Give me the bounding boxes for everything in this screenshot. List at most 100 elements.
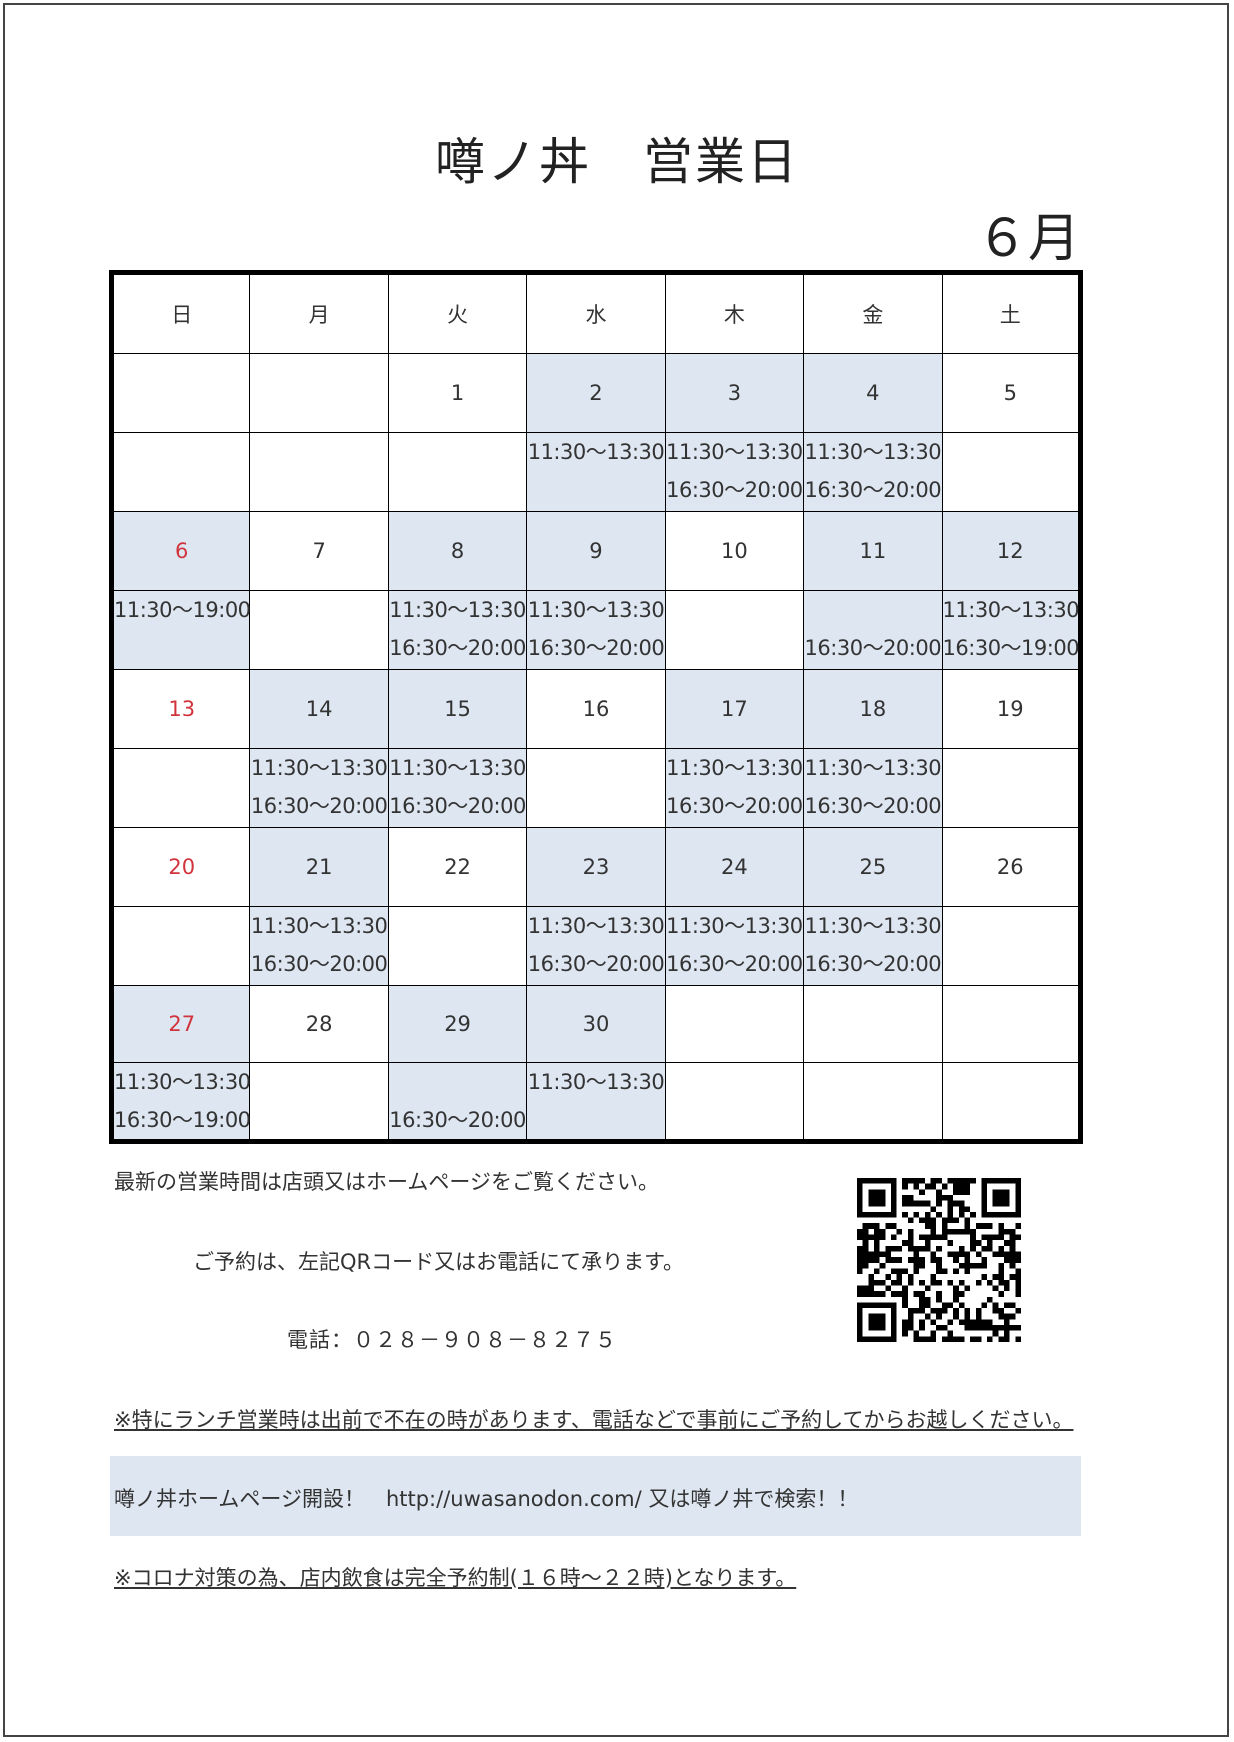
opening-hours-slot: 11:30～13:30 <box>666 914 803 938</box>
day-hours-cell: 11:30～13:30 16:30～20:00 <box>526 590 666 670</box>
opening-hours-slot: 11:30～13:30 <box>804 756 942 780</box>
day-date-cell: 12 <box>941 511 1082 591</box>
day-hours-cell: 11:30～13:30 16:30～20:00 <box>249 748 389 828</box>
opening-hours-slot: 11:30～19:00 <box>114 598 251 622</box>
day-date-cell: 27 <box>110 985 251 1063</box>
day-date-cell: 24 <box>664 827 805 907</box>
day-hours-cell: 11:30～13:30 16:30～20:00 <box>803 748 943 828</box>
day-date-cell <box>664 985 805 1063</box>
day-hours-cell: 11:30～13:30 <box>526 432 666 512</box>
day-hours-cell <box>249 590 389 670</box>
day-date-cell: 26 <box>941 827 1082 907</box>
day-date-cell: 10 <box>664 511 805 591</box>
qr-code-icon[interactable] <box>857 1178 1021 1342</box>
opening-hours-slot: 16:30～20:00 <box>666 478 803 502</box>
day-hours-cell: 11:30～13:30 16:30～19:00 <box>941 590 1082 670</box>
opening-hours-slot: 11:30～13:30 <box>527 598 665 622</box>
day-date-cell <box>941 985 1082 1063</box>
opening-hours-slot: 16:30～20:00 <box>389 1108 526 1132</box>
month-label: ６月 <box>975 209 1080 269</box>
opening-hours-slot: 16:30～20:00 <box>666 794 803 818</box>
note-reservation: ご予約は、左記QRコード又はお電話にて承ります。 <box>193 1250 685 1274</box>
day-date-cell <box>803 985 943 1063</box>
day-date-cell: 8 <box>387 511 528 591</box>
opening-hours-slot: 16:30～20:00 <box>389 794 526 818</box>
day-date-cell: 1 <box>387 353 528 433</box>
business-calendar: 日 月 火 水 木 金 土 1 2 3 4 5 11:30～13:30 11:30～13:3… <box>109 270 1083 1144</box>
day-hours-cell <box>110 748 251 828</box>
day-date-cell: 28 <box>249 985 389 1063</box>
day-date-cell: 18 <box>803 669 943 749</box>
day-hours-cell <box>664 590 805 670</box>
day-hours-cell: 11:30～13:30 <box>526 1062 666 1142</box>
day-hours-cell <box>664 1062 805 1142</box>
day-hours-cell <box>387 432 528 512</box>
day-date-cell: 23 <box>526 827 666 907</box>
note-corona-policy: ※コロナ対策の為、店内飲食は完全予約制(１６時～２２時)となります。 <box>114 1566 797 1590</box>
weekday-wed: 水 <box>526 272 666 354</box>
day-date-cell: 9 <box>526 511 666 591</box>
day-date-cell: 14 <box>249 669 389 749</box>
opening-hours-slot: 16:30～20:00 <box>804 794 942 818</box>
opening-hours-slot: 16:30～20:00 <box>250 952 388 976</box>
opening-hours-slot: 11:30～13:30 <box>250 756 388 780</box>
opening-hours-slot: 11:30～13:30 <box>527 1070 665 1094</box>
day-hours-cell: 11:30～13:30 16:30～20:00 <box>387 590 528 670</box>
opening-hours-slot: 11:30～13:30 <box>804 914 942 938</box>
day-hours-cell <box>941 906 1082 986</box>
day-hours-cell <box>941 432 1082 512</box>
opening-hours-slot: 11:30～13:30 <box>114 1070 251 1094</box>
day-date-cell: 7 <box>249 511 389 591</box>
weekday-thu: 木 <box>664 272 805 354</box>
day-hours-cell <box>526 748 666 828</box>
day-date-cell: 30 <box>526 985 666 1063</box>
weekday-tue: 火 <box>387 272 528 354</box>
day-hours-cell: 11:30～13:30 16:30～20:00 <box>387 748 528 828</box>
opening-hours-slot: 16:30～20:00 <box>804 952 942 976</box>
day-hours-cell <box>941 1062 1082 1142</box>
day-date-cell: 4 <box>803 353 943 433</box>
day-hours-cell: 11:30～13:30 16:30～20:00 <box>664 748 805 828</box>
weekday-header-row: 日 月 火 水 木 金 土 <box>110 272 1082 354</box>
week-date-row: 6 7 8 9 10 11 12 <box>110 511 1082 591</box>
day-date-cell: 16 <box>526 669 666 749</box>
day-hours-cell: 11:30～13:30 16:30～19:00 <box>110 1062 251 1142</box>
week-date-row: 20 21 22 23 24 25 26 <box>110 827 1082 907</box>
homepage-banner: 噂ノ丼ホームページ開設！ http://uwasanodon.com/ 又は噂ノ… <box>110 1456 1081 1536</box>
day-date-cell: 11 <box>803 511 943 591</box>
calendar-body: 1 2 3 4 5 11:30～13:30 11:30～13:30 16:30～20:00 11… <box>110 353 1082 1142</box>
week-hours-row: 11:30～13:30 11:30～13:30 16:30～20:00 11:30～1… <box>110 432 1082 512</box>
day-date-cell: 3 <box>664 353 805 433</box>
opening-hours-slot: 11:30～13:30 <box>666 440 803 464</box>
day-hours-cell <box>110 432 251 512</box>
note-lunch-delivery: ※特にランチ営業時は出前で不在の時があります、電話などで事前にご予約してからお越… <box>114 1408 1074 1432</box>
opening-hours-slot: 16:30～20:00 <box>804 478 942 502</box>
day-hours-cell: 11:30～13:30 16:30～20:00 <box>526 906 666 986</box>
opening-hours-slot: 16:30～20:00 <box>527 952 665 976</box>
day-date-cell: 2 <box>526 353 666 433</box>
weekday-mon: 月 <box>249 272 389 354</box>
week-hours-row: 11:30～13:30 16:30～20:00 11:30～13:30 16:30～2… <box>110 748 1082 828</box>
weekday-sun: 日 <box>110 272 251 354</box>
day-date-cell: 6 <box>110 511 251 591</box>
day-hours-cell <box>249 432 389 512</box>
opening-hours-slot: 11:30～13:30 <box>666 756 803 780</box>
opening-hours-slot: 11:30～13:30 <box>804 440 942 464</box>
opening-hours-slot: 16:30～19:00 <box>114 1108 251 1132</box>
opening-hours-slot: 11:30～13:30 <box>389 598 526 622</box>
opening-hours-slot: 11:30～13:30 <box>942 598 1080 622</box>
day-hours-cell: 11:30～19:00 <box>110 590 251 670</box>
day-date-cell: 19 <box>941 669 1082 749</box>
phone-number: 電話：０２８－９０８－８２７５ <box>287 1328 617 1352</box>
opening-hours-slot: 11:30～13:30 <box>527 914 665 938</box>
opening-hours-slot <box>389 1063 526 1101</box>
opening-hours-slot: 16:30～20:00 <box>250 794 388 818</box>
day-hours-cell: 11:30～13:30 16:30～20:00 <box>249 906 389 986</box>
day-hours-cell: 11:30～13:30 16:30～20:00 <box>664 906 805 986</box>
day-date-cell <box>249 353 389 433</box>
opening-hours-slot: 11:30～13:30 <box>389 756 526 780</box>
homepage-announcement[interactable]: 噂ノ丼ホームページ開設！ http://uwasanodon.com/ 又は噂ノ… <box>114 1483 858 1513</box>
weekday-sat: 土 <box>941 272 1082 354</box>
day-date-cell: 17 <box>664 669 805 749</box>
opening-hours-slot: 16:30～20:00 <box>389 636 526 660</box>
